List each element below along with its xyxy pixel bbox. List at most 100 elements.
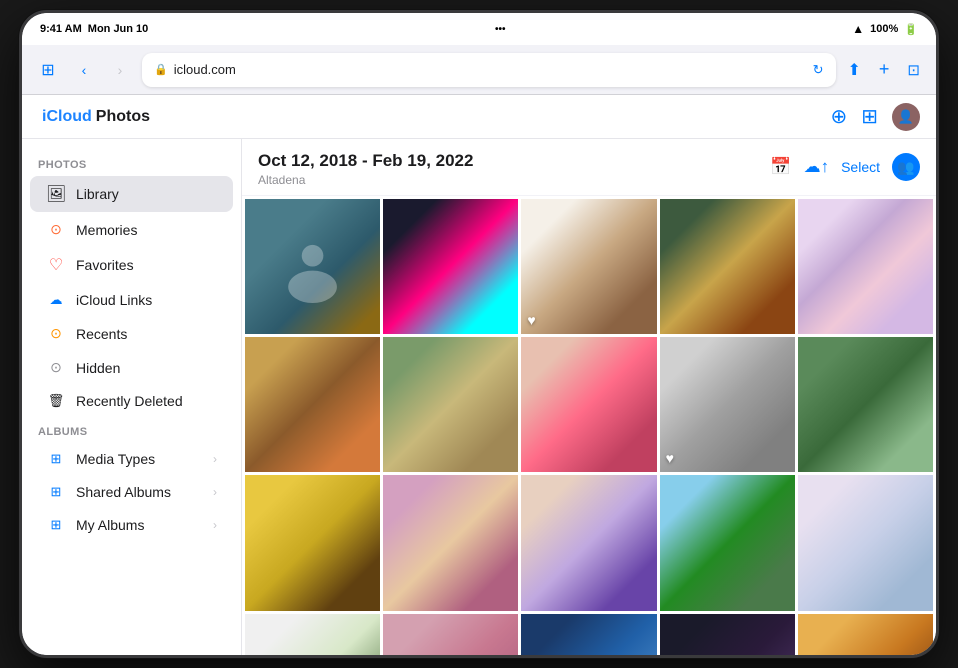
app-header: iCloud Photos ⊕ ⊞ 👤 (22, 95, 936, 139)
albums-section-label: Albums (22, 418, 241, 442)
sidebar-item-library[interactable]: 🖼 Library (30, 176, 233, 212)
status-left: 9:41 AM Mon Jun 10 (40, 23, 148, 35)
sidebar-item-memories[interactable]: ⊙ Memories (30, 213, 233, 246)
reload-icon[interactable]: ↻ (813, 62, 824, 78)
photo-cell[interactable] (383, 475, 518, 610)
photo-cell[interactable] (660, 199, 795, 334)
photo-cell[interactable] (383, 337, 518, 472)
battery-icon: 🔋 (904, 23, 918, 36)
photo-cell[interactable]: ♥ (660, 337, 795, 472)
status-bar: 9:41 AM Mon Jun 10 ••• ▲ 100% 🔋 (22, 13, 936, 45)
upload-btn[interactable]: ☁↑ (804, 157, 830, 177)
photo-cell[interactable] (521, 337, 656, 472)
app-header-actions: ⊕ ⊞ 👤 (830, 103, 920, 131)
photo-cell[interactable] (383, 199, 518, 334)
sidebar-item-label-library: Library (76, 186, 217, 202)
shared-with-btn[interactable]: 👥 (892, 153, 920, 181)
calendar-view-btn[interactable]: 📅 (770, 157, 791, 177)
profile-avatar-btn[interactable]: 👤 (892, 103, 920, 131)
media-types-icon: ⊞ (46, 451, 66, 467)
sidebar-item-my-albums[interactable]: ⊞ My Albums › (30, 509, 233, 541)
sidebar-item-label-memories: Memories (76, 222, 217, 238)
sidebar-item-label-recents: Recents (76, 326, 217, 342)
recents-icon: ⊙ (46, 325, 66, 342)
sidebar-item-shared-albums[interactable]: ⊞ Shared Albums › (30, 476, 233, 508)
address-bar[interactable]: 🔒 icloud.com ↻ (142, 53, 836, 87)
sidebar-item-label-my-albums: My Albums (76, 517, 203, 533)
status-date: Mon Jun 10 (88, 23, 149, 35)
ipad-screen: 9:41 AM Mon Jun 10 ••• ▲ 100% 🔋 ⊞ ‹ › 🔒 … (22, 13, 936, 655)
browser-chrome: ⊞ ‹ › 🔒 icloud.com ↻ ⬆ + ⊡ (22, 45, 936, 95)
sidebar-item-hidden[interactable]: ⊙ Hidden (30, 351, 233, 384)
sidebar-toggle-btn[interactable]: ⊞ (34, 56, 62, 84)
my-albums-icon: ⊞ (46, 517, 66, 533)
my-albums-chevron: › (213, 518, 217, 532)
content-subtitle: Altadena (258, 173, 473, 187)
photo-cell[interactable] (383, 614, 518, 655)
photo-cell[interactable] (798, 199, 933, 334)
grid-view-btn[interactable]: ⊞ (861, 104, 878, 129)
sidebar-item-recently-deleted[interactable]: 🗑 Recently Deleted (30, 385, 233, 417)
select-btn[interactable]: Select (841, 159, 880, 175)
content-actions: 📅 ☁↑ Select 👥 (770, 151, 920, 181)
photo-grid: ♥ ♥ (242, 196, 936, 655)
add-photos-btn[interactable]: ⊕ (830, 104, 847, 129)
app-logo: iCloud Photos (38, 108, 150, 126)
share-btn[interactable]: ⬆ (844, 56, 865, 84)
sidebar-item-label-shared-albums: Shared Albums (76, 484, 203, 500)
photo-cell[interactable] (521, 614, 656, 655)
photo-cell[interactable] (245, 475, 380, 610)
icloud-text: iCloud (42, 108, 92, 126)
shared-albums-icon: ⊞ (46, 484, 66, 500)
sidebar-item-label-recently-deleted: Recently Deleted (76, 393, 217, 409)
tabs-btn[interactable]: ⊡ (903, 57, 924, 83)
photo-cell[interactable] (245, 199, 380, 334)
sidebar-item-recents[interactable]: ⊙ Recents (30, 317, 233, 350)
add-bookmark-btn[interactable]: + (875, 55, 894, 84)
status-time: 9:41 AM (40, 23, 82, 35)
lock-icon: 🔒 (154, 63, 168, 76)
photos-section-label: Photos (22, 151, 241, 175)
photo-cell[interactable] (521, 475, 656, 610)
photo-cell[interactable] (798, 614, 933, 655)
heart-badge: ♥ (666, 450, 674, 466)
favorites-icon: ♡ (46, 255, 66, 275)
sidebar-item-label-media-types: Media Types (76, 451, 203, 467)
recently-deleted-icon: 🗑 (46, 393, 66, 409)
photo-cell[interactable] (245, 337, 380, 472)
photo-placeholder-1 (245, 199, 380, 334)
main-layout: Photos 🖼 Library ⊙ Memories ♡ Favorites … (22, 139, 936, 655)
sidebar-item-media-types[interactable]: ⊞ Media Types › (30, 443, 233, 475)
sidebar-item-icloud-links[interactable]: ☁ iCloud Links (30, 284, 233, 316)
media-types-chevron: › (213, 452, 217, 466)
photos-text: Photos (96, 108, 150, 126)
url-text: icloud.com (174, 62, 236, 77)
sidebar-item-label-hidden: Hidden (76, 360, 217, 376)
photo-cell[interactable] (798, 337, 933, 472)
sidebar-item-favorites[interactable]: ♡ Favorites (30, 247, 233, 283)
photo-cell[interactable] (660, 475, 795, 610)
sidebar: Photos 🖼 Library ⊙ Memories ♡ Favorites … (22, 139, 242, 655)
wifi-icon: ▲ (852, 22, 864, 36)
content-title: Oct 12, 2018 - Feb 19, 2022 (258, 151, 473, 171)
hidden-icon: ⊙ (46, 359, 66, 376)
content-header: Oct 12, 2018 - Feb 19, 2022 Altadena 📅 ☁… (242, 139, 936, 196)
content-area: Oct 12, 2018 - Feb 19, 2022 Altadena 📅 ☁… (242, 139, 936, 655)
photo-cell[interactable] (660, 614, 795, 655)
sidebar-item-label-favorites: Favorites (76, 257, 217, 273)
icloud-links-icon: ☁ (46, 292, 66, 308)
browser-actions: ⬆ + ⊡ (844, 55, 925, 84)
photo-cell[interactable] (798, 475, 933, 610)
status-dots: ••• (495, 24, 506, 35)
heart-badge: ♥ (527, 312, 535, 328)
photo-cell[interactable] (245, 614, 380, 655)
photo-cell[interactable]: ♥ (521, 199, 656, 334)
library-icon: 🖼 (46, 184, 66, 204)
back-btn[interactable]: ‹ (70, 56, 98, 84)
status-right: ▲ 100% 🔋 (852, 22, 918, 36)
sidebar-item-label-icloud-links: iCloud Links (76, 292, 217, 308)
ipad-frame: 9:41 AM Mon Jun 10 ••• ▲ 100% 🔋 ⊞ ‹ › 🔒 … (19, 10, 939, 658)
content-title-area: Oct 12, 2018 - Feb 19, 2022 Altadena (258, 151, 473, 187)
forward-btn[interactable]: › (106, 56, 134, 84)
memories-icon: ⊙ (46, 221, 66, 238)
